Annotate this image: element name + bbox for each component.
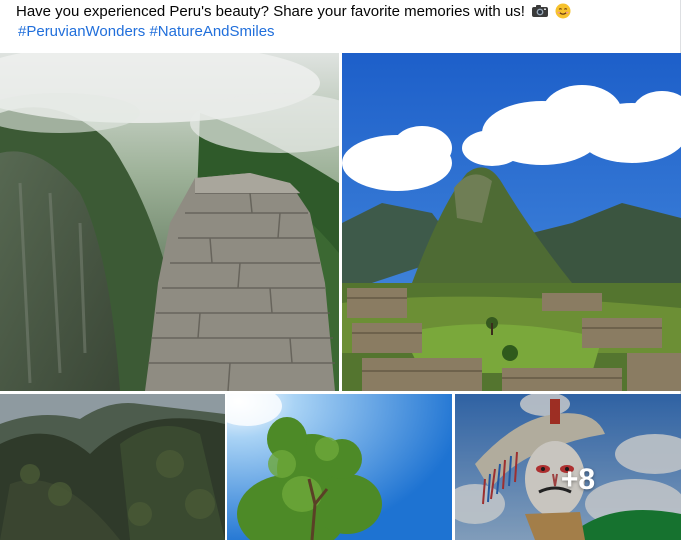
- photo-masked-dancer[interactable]: +8: [455, 394, 681, 540]
- caption-text: Have you experienced Peru's beauty? Shar…: [16, 3, 525, 20]
- more-photos-count: +8: [560, 463, 596, 496]
- hashtag-link[interactable]: #NatureAndSmiles: [149, 23, 274, 40]
- photo-tree-sky[interactable]: [227, 394, 452, 540]
- photo-forested-mountains[interactable]: [0, 394, 225, 540]
- more-photos-overlay[interactable]: +8: [455, 394, 681, 540]
- camera-icon: [531, 3, 549, 25]
- smiling-face-icon: [555, 3, 571, 25]
- social-post: Have you experienced Peru's beauty? Shar…: [0, 0, 681, 540]
- photo-machu-picchu[interactable]: [342, 53, 681, 391]
- hashtag-link[interactable]: #PeruvianWonders: [18, 23, 145, 40]
- photo-stone-ruin[interactable]: [0, 53, 339, 391]
- hashtag-list: #PeruvianWonders #NatureAndSmiles: [18, 22, 275, 42]
